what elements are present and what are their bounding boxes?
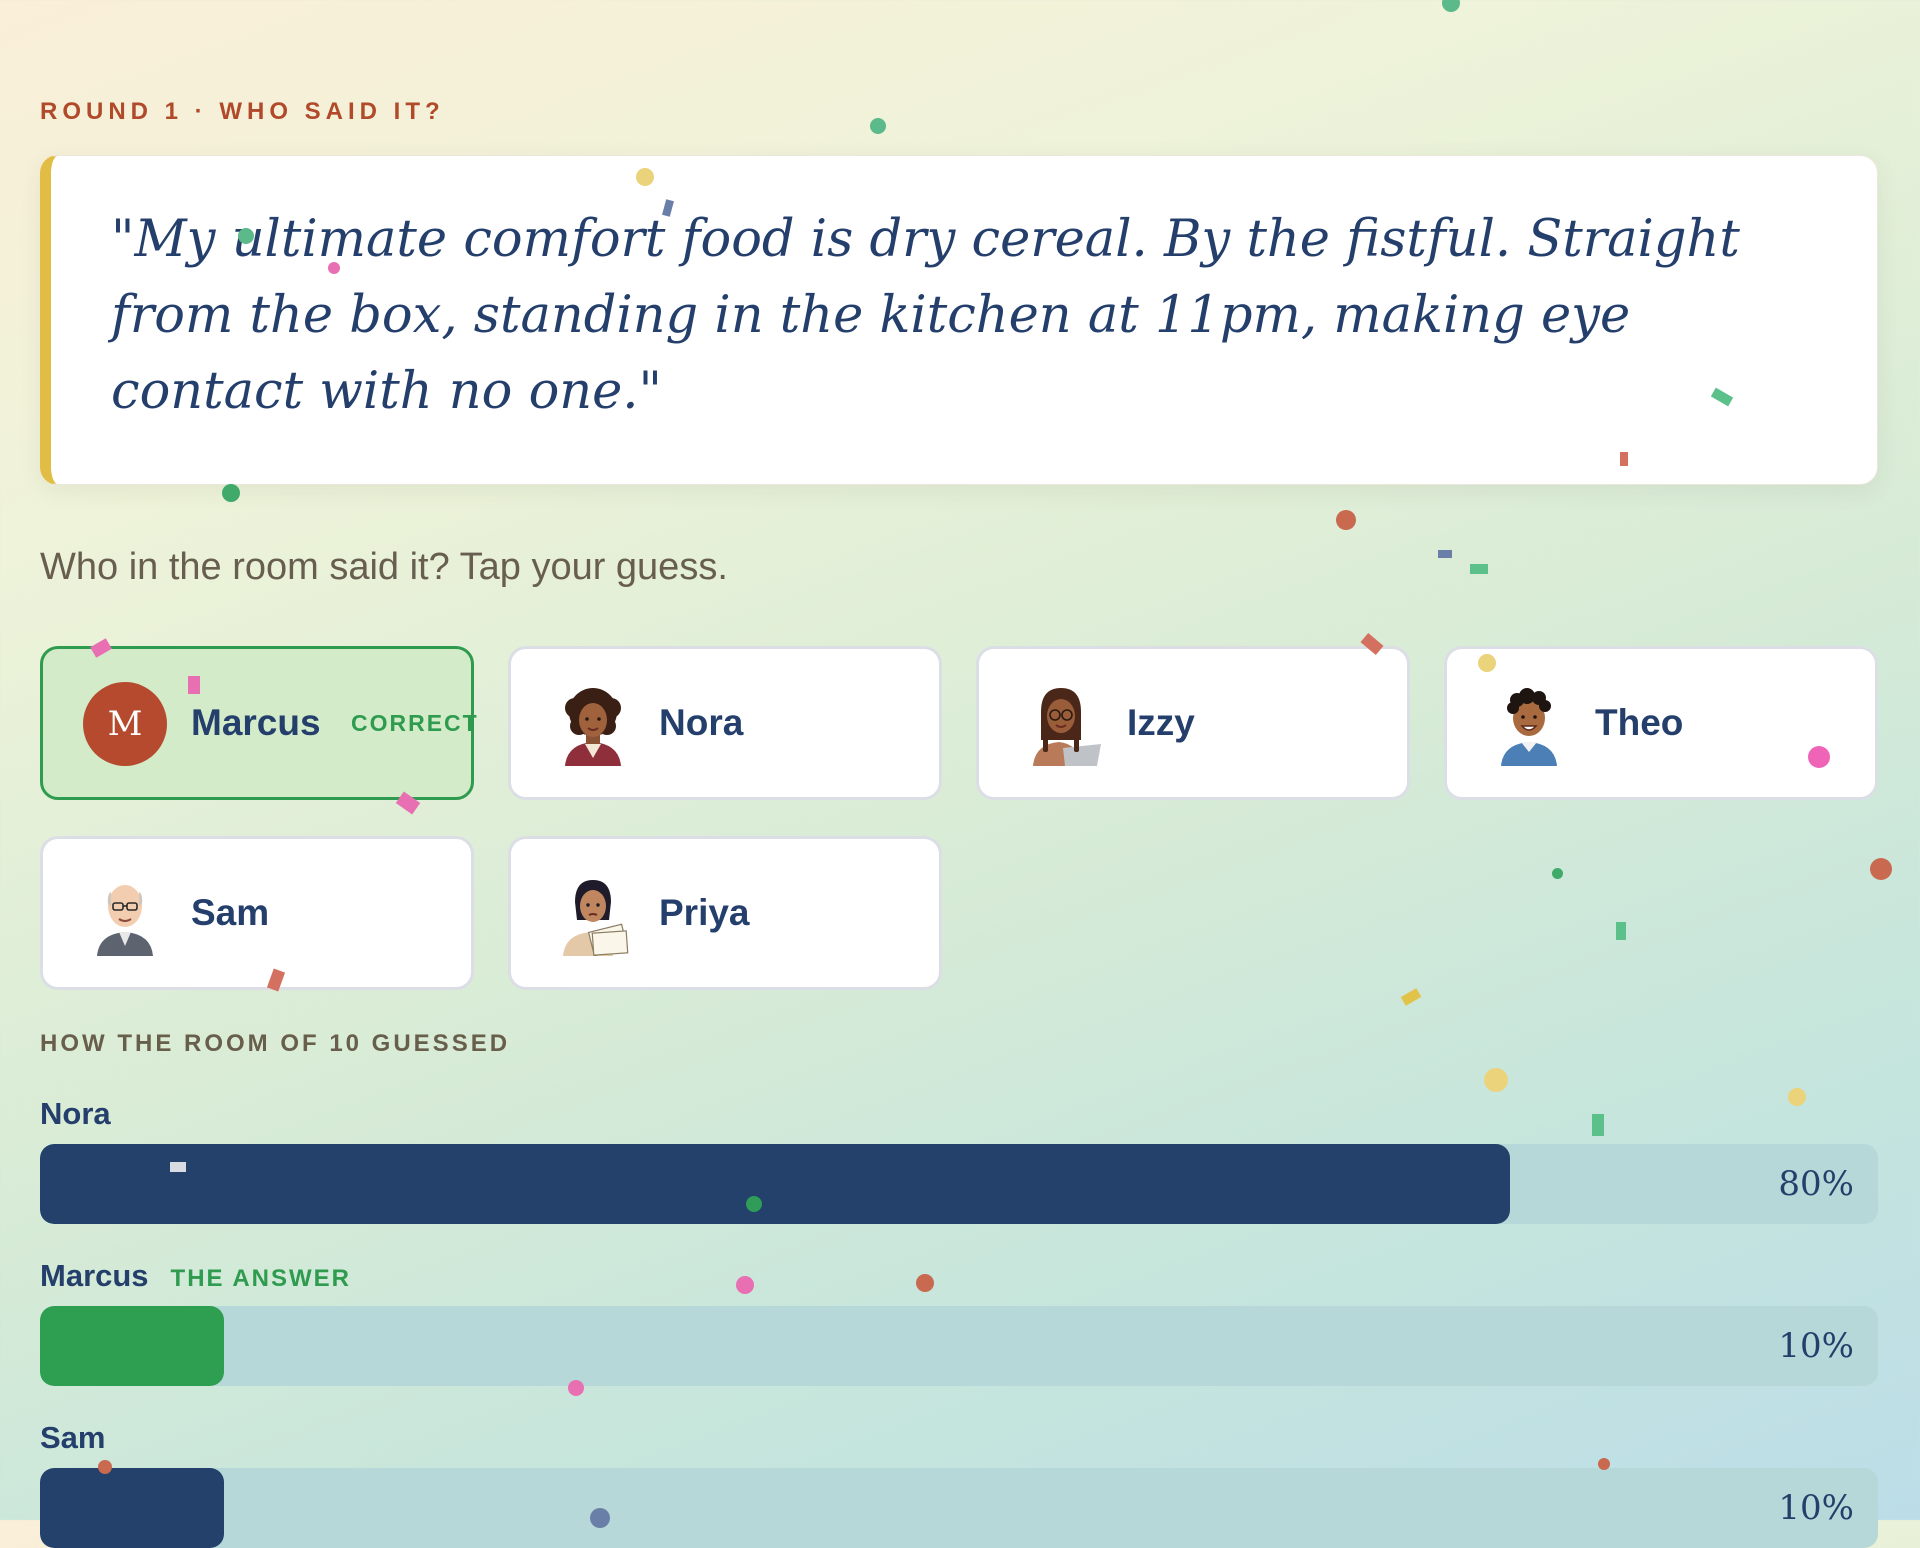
- confetti-piece: [1484, 1068, 1508, 1092]
- confetti-piece: [1438, 550, 1452, 558]
- result-bar-track: 10%: [40, 1306, 1878, 1386]
- option-nora[interactable]: Nora: [508, 646, 942, 800]
- result-bar-track: 80%: [40, 1144, 1878, 1224]
- option-name: Izzy: [1127, 702, 1195, 743]
- option-sam[interactable]: Sam: [40, 836, 474, 990]
- result-percent: 80%: [1778, 1164, 1854, 1204]
- result-row: Sam 10%: [40, 1420, 1880, 1548]
- woman-braids-glasses-icon: [1019, 682, 1103, 766]
- option-theo[interactable]: Theo: [1444, 646, 1878, 800]
- answer-badge: THE ANSWER: [170, 1265, 351, 1292]
- older-man-glasses-icon: [83, 872, 167, 956]
- confetti-piece: [1870, 858, 1892, 880]
- option-marcus[interactable]: M Marcus CORRECT: [40, 646, 477, 800]
- confetti-piece: [1616, 922, 1626, 940]
- option-name: Nora: [659, 702, 744, 743]
- woman-curly-hair-icon: [551, 682, 635, 766]
- quote-text: "My ultimate comfort food is dry cereal.…: [111, 210, 1740, 421]
- result-name: Marcus: [40, 1258, 149, 1293]
- monogram-avatar: M: [83, 682, 167, 766]
- option-name: Sam: [191, 892, 270, 933]
- option-name: Theo: [1595, 702, 1684, 743]
- confetti-piece: [1400, 988, 1422, 1006]
- confetti-piece: [870, 118, 886, 134]
- confetti-piece: [222, 484, 240, 502]
- quote-card: "My ultimate comfort food is dry cereal.…: [40, 155, 1878, 485]
- result-row: Marcus THE ANSWER 10%: [40, 1258, 1880, 1386]
- result-name: Nora: [40, 1096, 111, 1131]
- confetti-piece: [1552, 868, 1563, 879]
- result-bar-fill: [40, 1306, 224, 1386]
- option-name: Marcus: [191, 702, 321, 743]
- correct-badge: CORRECT: [351, 710, 479, 736]
- option-name: Priya: [659, 892, 750, 933]
- guess-prompt: Who in the room said it? Tap your guess.: [40, 546, 728, 588]
- man-curly-hair-icon: [1487, 682, 1571, 766]
- option-izzy[interactable]: Izzy: [976, 646, 1410, 800]
- result-row: Nora 80%: [40, 1096, 1880, 1224]
- confetti-piece: [1470, 564, 1488, 574]
- round-label: ROUND 1 · WHO SAID IT?: [40, 98, 445, 125]
- results-label: HOW THE ROOM OF 10 GUESSED: [40, 1030, 511, 1057]
- result-bar-fill: [40, 1468, 224, 1548]
- confetti-piece: [1336, 510, 1356, 530]
- woman-holding-papers-icon: [551, 872, 635, 957]
- result-name: Sam: [40, 1420, 106, 1455]
- confetti-piece: [1442, 0, 1460, 12]
- option-priya[interactable]: Priya: [508, 836, 942, 990]
- result-percent: 10%: [1778, 1488, 1854, 1528]
- result-bar-track: 10%: [40, 1468, 1878, 1548]
- avatar-initial: M: [83, 682, 167, 766]
- result-bar-fill: [40, 1144, 1511, 1224]
- result-percent: 10%: [1778, 1326, 1854, 1366]
